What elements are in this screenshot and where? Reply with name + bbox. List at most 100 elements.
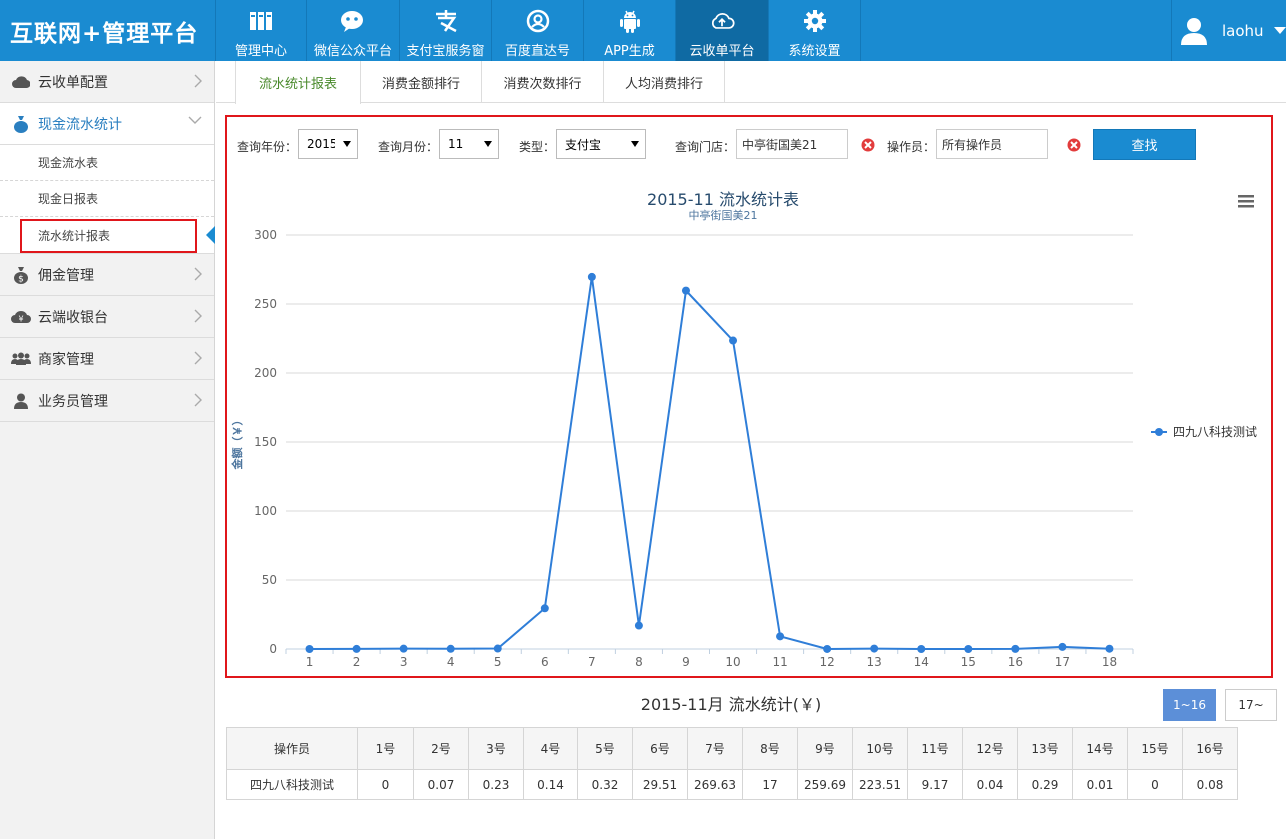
col-header-day: 2号 [413,727,469,770]
x-tick-label: 13 [867,655,882,669]
operator-input[interactable] [936,129,1048,159]
cell-value: 259.69 [797,769,853,800]
type-label: 类型： [519,140,556,154]
year-select[interactable]: 2015 [298,129,358,159]
x-tick-label: 8 [635,655,643,669]
col-header-day: 11号 [907,727,963,770]
cell-value: 0.07 [413,769,469,800]
cell-value: 17 [742,769,798,800]
nav-item-baidu[interactable]: 百度直达号 [492,0,584,61]
chevron-right-icon [194,393,202,407]
nav-item-management-center[interactable]: 管理中心 [215,0,307,61]
month-label: 查询月份： [378,140,439,154]
x-tick-label: 6 [541,655,549,669]
sidebar-group-cloud-config[interactable]: 云收单配置 [0,61,214,103]
tab-count-ranking[interactable]: 消费次数排行 [482,61,604,103]
series-line [309,276,1110,651]
nav-item-wechat[interactable]: 微信公众平台 [307,0,400,61]
col-header-day: 14号 [1072,727,1128,770]
chart-grid [286,234,1133,650]
data-point [540,604,549,613]
tab-avg-ranking[interactable]: 人均消费排行 [604,61,725,103]
store-label: 查询门店： [675,140,736,154]
clear-store-icon[interactable] [861,138,875,152]
pager-page-2[interactable]: 17~ [1225,689,1277,721]
search-button[interactable]: 查找 [1093,129,1196,160]
y-tick-label: 100 [254,504,277,518]
data-point [1011,644,1020,653]
store-input[interactable] [736,129,848,159]
col-header-day: 8号 [742,727,798,770]
sidebar-group-cloud-cashier[interactable]: ¥ 云端收银台 [0,296,214,338]
x-tick-label: 18 [1102,655,1117,669]
y-axis-label: 金额（￥） [230,415,244,471]
y-tick-label: 200 [254,366,277,380]
chevron-down-icon [188,116,202,124]
year-label: 查询年份： [237,140,298,154]
x-tick-label: 9 [682,655,690,669]
data-point [634,621,643,630]
stats-table: 操作员 1号 2号 3号 4号 5号 6号 7号 8号 9号 10号 11号 12号 13号 14号 15号 1… [226,727,1238,800]
x-tick-label: 14 [914,655,929,669]
data-point [823,644,832,653]
nav-item-system-settings[interactable]: 系统设置 [769,0,861,61]
y-tick-label: 150 [254,435,277,449]
x-tick-label: 1 [306,655,314,669]
filter-bar: 查询年份： 2015 查询月份： 11 类型： 支付宝 查询门店： 操作员： 查… [227,117,1271,177]
cell-value: 0 [357,769,414,800]
chart-title: 2015-11 流水统计表 [647,190,799,209]
chart-legend[interactable]: 四九八科技测试 [1151,424,1257,439]
yen-cloud-icon: ¥ [10,310,32,324]
data-point [870,644,879,653]
nav-item-app-builder[interactable]: APP生成 [584,0,676,61]
data-point [587,272,596,281]
app-logo: 互联网+管理平台 [10,21,199,47]
sidebar-group-merchants[interactable]: 商家管理 [0,338,214,380]
tab-amount-ranking[interactable]: 消费金额排行 [361,61,482,103]
nav-item-alipay[interactable]: 支付宝服务窗 [400,0,492,61]
pager-page-1[interactable]: 1~16 [1163,689,1216,721]
chart-panel: 查询年份： 2015 查询月份： 11 类型： 支付宝 查询门店： 操作员： 查… [225,115,1273,678]
nav-item-cloud-acquiring[interactable]: 云收单平台 [676,0,769,61]
col-header-day: 6号 [632,727,688,770]
x-tick-label: 17 [1055,655,1070,669]
data-point [1105,644,1114,653]
y-tick-label: 300 [254,228,277,242]
legend-label: 四九八科技测试 [1173,424,1257,439]
cell-operator: 四九八科技测试 [226,769,358,800]
data-point [493,644,502,653]
users-icon [10,352,32,366]
x-tick-label: 15 [961,655,976,669]
sidebar-group-salespeople[interactable]: 业务员管理 [0,380,214,422]
top-header: 互联网+管理平台 管理中心 微信公众平台 支付宝服务窗 百度直达号 APP生成 … [0,0,1286,61]
cell-value: 0.32 [577,769,633,800]
data-point [729,336,738,345]
sidebar-item-cash-flow-list[interactable]: 现金流水表 [0,145,214,181]
table-body: 四九八科技测试 0 0.07 0.23 0.14 0.32 29.51 269.63 17 259… [226,769,1238,800]
selection-highlight [20,219,197,253]
data-point [776,632,785,641]
x-tick-label: 12 [819,655,834,669]
cell-value: 29.51 [632,769,688,800]
sidebar-item-cash-daily-report[interactable]: 现金日报表 [0,181,214,217]
cell-value: 0.01 [1072,769,1128,800]
money-bag-icon [10,115,32,133]
chart-menu-icon[interactable] [1238,195,1254,208]
cell-value: 269.63 [687,769,743,800]
cloud-icon [10,75,32,89]
sidebar-group-cash-flow[interactable]: 现金流水统计 [0,103,214,145]
type-select[interactable]: 支付宝 [556,129,646,159]
user-menu[interactable]: laohu [1171,0,1286,61]
tab-flow-stats[interactable]: 流水统计报表 [235,61,361,104]
cell-value: 0.08 [1182,769,1238,800]
username: laohu [1222,21,1264,40]
clear-operator-icon[interactable] [1067,138,1081,152]
month-select[interactable]: 11 [439,129,499,159]
legend-marker [1155,428,1163,436]
avatar [1181,17,1207,45]
caret-down-icon [343,141,351,147]
data-point [964,645,973,653]
col-header-day: 7号 [687,727,743,770]
sidebar-group-commission[interactable]: $ 佣金管理 [0,254,214,296]
baidu-icon [525,8,551,34]
